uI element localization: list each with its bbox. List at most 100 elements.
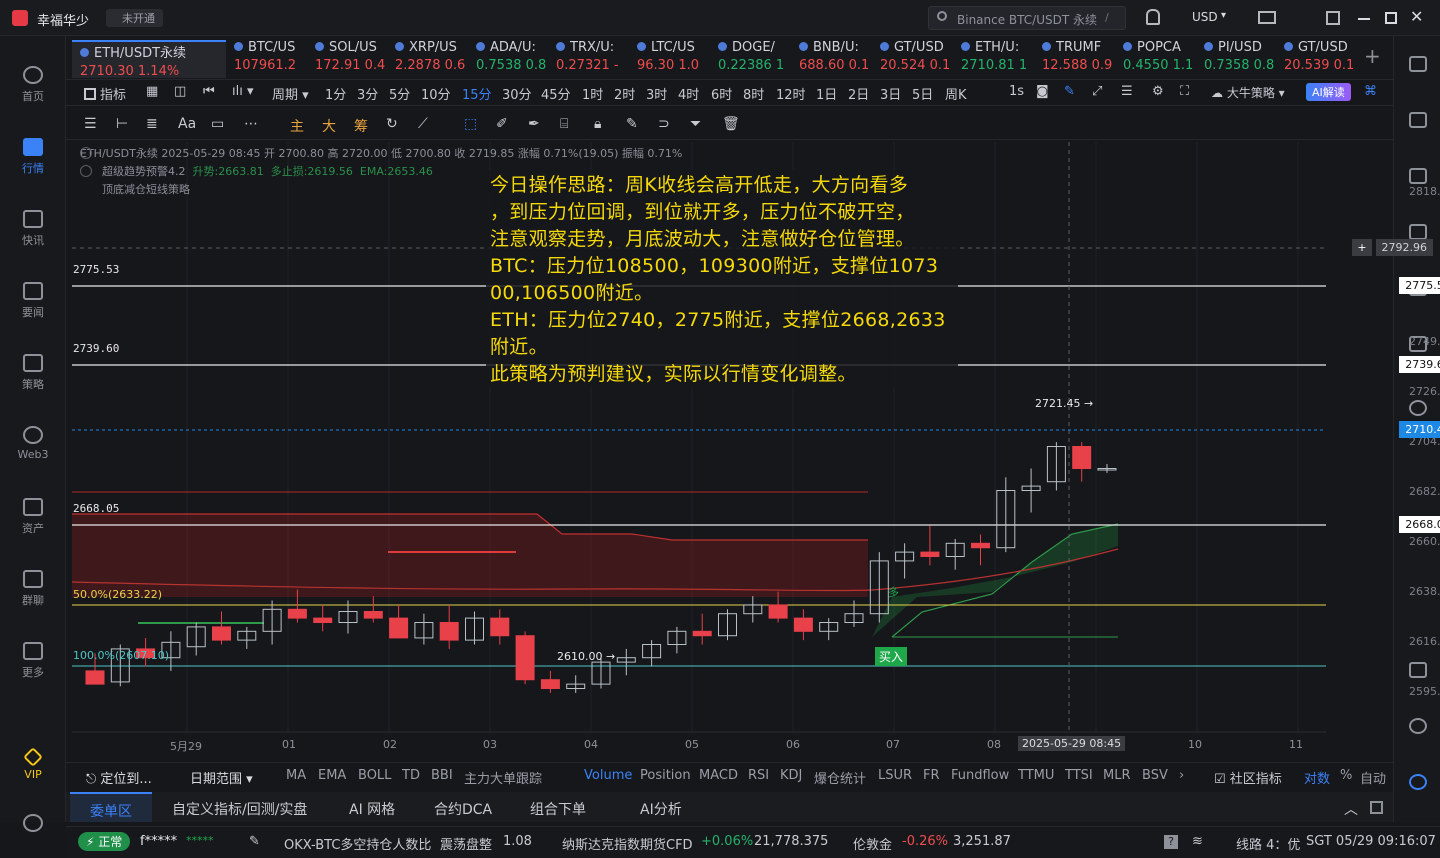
- ticker-tab[interactable]: ADA/U: 0.7538 0.8: [476, 40, 556, 78]
- settings-icon[interactable]: ⚙: [1152, 84, 1164, 99]
- market-gold[interactable]: 伦敦金: [853, 834, 892, 853]
- interval-1d[interactable]: 1日: [816, 84, 837, 103]
- nav-home[interactable]: 首页: [0, 66, 66, 104]
- tab-contract-dca[interactable]: 合约DCA: [434, 799, 492, 819]
- interval-12h[interactable]: 12时: [776, 84, 806, 103]
- mail-icon[interactable]: [1258, 11, 1276, 24]
- ind-rsi[interactable]: RSI: [748, 768, 769, 783]
- network-line[interactable]: 线路 4：优: [1236, 834, 1300, 853]
- interval-8h[interactable]: 8时: [743, 84, 764, 103]
- interval-1s[interactable]: 1s: [1009, 84, 1024, 99]
- interval-2d[interactable]: 2日: [848, 84, 869, 103]
- close-icon[interactable]: ✕: [1410, 7, 1423, 26]
- refresh-tool-icon[interactable]: ↻: [386, 116, 398, 132]
- expand-icon[interactable]: ⤢: [1092, 84, 1102, 99]
- large-order-button[interactable]: 大: [322, 116, 336, 136]
- ind-liquidation[interactable]: 爆仓统计: [814, 768, 866, 787]
- ind-position[interactable]: Position: [640, 768, 691, 783]
- interval-2h[interactable]: 2时: [614, 84, 635, 103]
- strategy-select[interactable]: ☁ 大牛策略 ▾: [1211, 84, 1285, 101]
- ticker-tab[interactable]: BTC/US 107961.2: [234, 40, 314, 78]
- candle-type-icon[interactable]: ılı ▾: [232, 84, 254, 99]
- ticker-tab[interactable]: XRP/US 2.2878 0.6: [395, 40, 475, 78]
- nav-market[interactable]: 行情: [0, 138, 66, 176]
- ticker-tab[interactable]: POPCA 0.4550 1.1: [1123, 40, 1203, 78]
- interval-45m[interactable]: 45分: [541, 84, 571, 103]
- ticker-tab[interactable]: GT/USD 20.539 0.1: [1284, 40, 1364, 78]
- multi-line-icon[interactable]: ≣: [146, 116, 158, 132]
- ind-fr[interactable]: FR: [923, 768, 940, 783]
- chevron-right-icon[interactable]: ›: [1179, 768, 1184, 783]
- interval-week[interactable]: 周K: [945, 84, 967, 103]
- nav-headlines[interactable]: 要闻: [0, 282, 66, 320]
- nav-flash[interactable]: 快讯: [0, 210, 66, 248]
- vip-badge[interactable]: 未开通: [106, 9, 163, 27]
- locate-button[interactable]: ⎋ 定位到...: [86, 768, 152, 787]
- ind-kdj[interactable]: KDJ: [780, 768, 802, 783]
- auto-toggle[interactable]: 自动: [1360, 768, 1386, 787]
- main-indicator-button[interactable]: 主: [290, 116, 304, 136]
- fullscreen-icon[interactable]: ⛶: [1180, 84, 1189, 99]
- ind-boll[interactable]: BOLL: [358, 768, 391, 783]
- pattern-icon[interactable]: ⌸: [560, 116, 568, 132]
- panel-icon[interactable]: [1409, 662, 1427, 678]
- rewind-icon[interactable]: ⏮: [203, 84, 215, 99]
- market-okx-ratio[interactable]: OKX-BTC多空持仓人数比: [284, 834, 431, 853]
- layout-icon[interactable]: [1326, 11, 1340, 25]
- edit-icon[interactable]: ✎: [626, 116, 638, 132]
- ticker-tab[interactable]: TRX/U: 0.27321 -: [556, 40, 636, 78]
- ticker-tab[interactable]: GT/USD 20.524 0.1: [880, 40, 960, 78]
- interval-10m[interactable]: 10分: [421, 84, 451, 103]
- minimize-icon[interactable]: [1358, 18, 1370, 20]
- date-range-select[interactable]: 日期范围 ▾: [190, 768, 253, 787]
- ind-fundflow[interactable]: Fundflow: [951, 768, 1009, 783]
- ind-ma[interactable]: MA: [286, 768, 306, 783]
- list-icon[interactable]: ☰: [1121, 84, 1133, 99]
- depth-chart-icon[interactable]: [1409, 224, 1427, 240]
- watchlist-icon[interactable]: [1409, 56, 1427, 72]
- ind-lsur[interactable]: LSUR: [878, 768, 912, 783]
- ind-ema[interactable]: EMA: [318, 768, 346, 783]
- chip-distribution-button[interactable]: 筹: [354, 116, 368, 136]
- share-icon[interactable]: ⌘: [1364, 84, 1377, 99]
- nav-web3[interactable]: Web3: [0, 426, 66, 461]
- tab-ai-grid[interactable]: AI 网格: [349, 799, 395, 819]
- tab-combo-order[interactable]: 组合下单: [530, 799, 586, 819]
- ind-large-orders[interactable]: 主力大单跟踪: [464, 768, 542, 787]
- tab-ai-analysis[interactable]: AI分析: [640, 799, 682, 819]
- ind-mlr[interactable]: MLR: [1103, 768, 1131, 783]
- interval-30m[interactable]: 30分: [502, 84, 532, 103]
- interval-4h[interactable]: 4时: [678, 84, 699, 103]
- order-book-icon[interactable]: [1409, 112, 1427, 128]
- interval-5d[interactable]: 5日: [912, 84, 933, 103]
- ind-td[interactable]: TD: [402, 768, 420, 783]
- interval-5m[interactable]: 5分: [389, 84, 410, 103]
- interval-3m[interactable]: 3分: [357, 84, 378, 103]
- horizontal-line-icon[interactable]: ⊢: [116, 116, 128, 132]
- ticker-tab-active[interactable]: ETH/USDT永续 2710.30 1.14%: [72, 40, 226, 78]
- lock-icon[interactable]: 🔒︎: [594, 116, 601, 132]
- ticker-tab[interactable]: BNB/U: 688.60 0.1: [799, 40, 879, 78]
- eye-icon[interactable]: [80, 165, 92, 177]
- ind-ttsi[interactable]: TTSI: [1065, 768, 1093, 783]
- refresh-icon[interactable]: [1409, 400, 1427, 416]
- ind-macd[interactable]: MACD: [699, 768, 738, 783]
- ticker-tab[interactable]: PI/USD 0.7358 0.8: [1204, 40, 1284, 78]
- nav-more[interactable]: 更多: [0, 642, 66, 680]
- ind-bbi[interactable]: BBI: [431, 768, 453, 783]
- collapse-icon[interactable]: [80, 147, 92, 159]
- headset-icon[interactable]: [1409, 718, 1427, 734]
- nav-vip[interactable]: VIP: [0, 747, 66, 781]
- menu-icon[interactable]: ☰: [84, 116, 97, 132]
- ind-bsv[interactable]: BSV: [1142, 768, 1168, 783]
- maximize-icon[interactable]: [1385, 12, 1397, 24]
- text-tool-icon[interactable]: Aa: [178, 116, 196, 132]
- currency-select[interactable]: USD: [1192, 10, 1218, 24]
- trash-icon[interactable]: 🗑︎: [722, 116, 740, 132]
- interval-3h[interactable]: 3时: [646, 84, 667, 103]
- search-box[interactable]: Binance BTC/USDT 永续 /: [928, 6, 1126, 30]
- ind-volume[interactable]: Volume: [584, 768, 632, 783]
- community-indicators[interactable]: ☑ 社区指标: [1214, 768, 1282, 787]
- interval-1h[interactable]: 1时: [582, 84, 603, 103]
- dollar-icon[interactable]: [1409, 168, 1427, 184]
